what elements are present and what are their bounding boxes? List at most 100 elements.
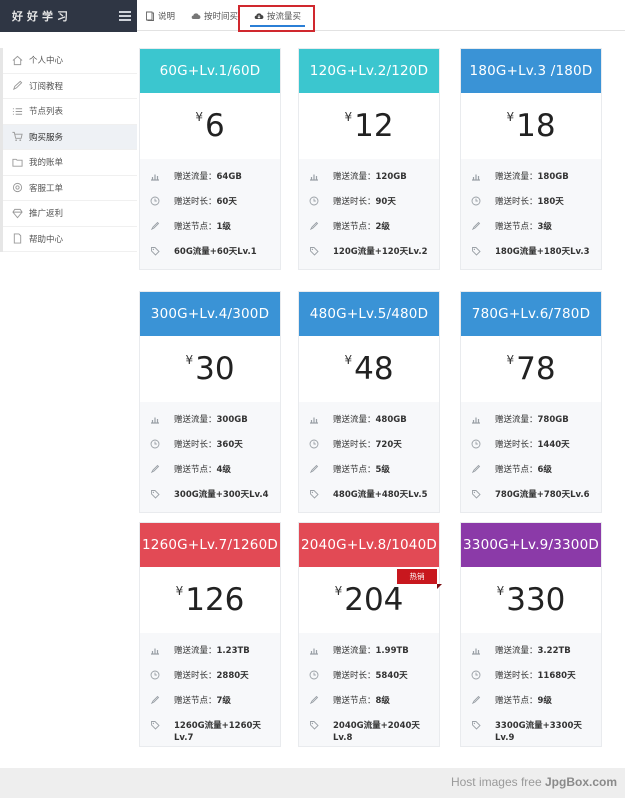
feature-value: 2880天	[216, 671, 249, 681]
sidebar-item-bills[interactable]: 我的账单	[3, 150, 137, 176]
tag-icon	[309, 720, 319, 730]
plan-name-header: 780G+Lv.6/780D	[461, 292, 601, 343]
tag-icon	[150, 489, 160, 499]
feature-value: 1440天	[537, 440, 570, 450]
plan-features: 赠送流量：480GB 赠送时长：720天 赠送节点：5级 480G流量+480天Lv.…	[299, 402, 439, 514]
plan-card[interactable]: 180G+Lv.3 /180D ¥18 赠送流量：180GB 赠送时长：180天 赠送节…	[460, 48, 602, 270]
plan-name: 1260G+Lv.7/1260D	[142, 537, 278, 553]
sidebar-nav: 个人中心 订阅教程 节点列表 购买服务 我的账单 客服工单 推广返利 帮助中心	[0, 48, 137, 252]
plan-name-header: 3300G+Lv.9/3300D	[461, 523, 601, 574]
feature-value: 180天	[537, 197, 564, 207]
currency-symbol: ¥	[334, 584, 343, 598]
plan-card[interactable]: 300G+Lv.4/300D ¥30 赠送流量：300GB 赠送时长：360天 赠送节点…	[139, 291, 281, 513]
plan-card[interactable]: 3300G+Lv.9/3300D ¥330 赠送流量：3.22TB 赠送时长：1168…	[460, 522, 602, 747]
sidebar-item-profile[interactable]: 个人中心	[3, 48, 137, 74]
feature-tag-text: 60G流量+60天Lv.1	[174, 247, 257, 257]
plan-price: 6	[204, 108, 225, 144]
plan-name-header: 480G+Lv.5/480D	[299, 292, 439, 343]
feature-label: 赠送流量：	[333, 646, 376, 656]
plan-card[interactable]: 1260G+Lv.7/1260D ¥126 赠送流量：1.23TB 赠送时长：2880…	[139, 522, 281, 747]
sidebar-item-label: 客服工单	[29, 183, 64, 194]
plan-name-header: 60G+Lv.1/60D	[140, 49, 280, 100]
clock-icon	[471, 439, 481, 449]
plan-name-header: 1260G+Lv.7/1260D	[140, 523, 280, 574]
feature-label: 赠送节点：	[174, 696, 217, 706]
feature-label: 赠送流量：	[495, 646, 538, 656]
currency-symbol: ¥	[344, 110, 353, 124]
sidebar-item-label: 推广返利	[29, 209, 64, 220]
feature-nodes: 赠送节点：4级	[140, 458, 280, 483]
tag-icon	[471, 720, 481, 730]
footer: Host images free JpgBox.com	[0, 768, 625, 798]
price-area: ¥330	[461, 567, 601, 633]
feature-value: 360天	[216, 440, 243, 450]
feature-value: 3级	[537, 222, 552, 232]
list-icon	[12, 106, 23, 117]
feature-label: 赠送流量：	[174, 646, 217, 656]
plan-features: 赠送流量：3.22TB 赠送时长：11680天 赠送节点：9级 3300G流量+330…	[461, 633, 601, 750]
feature-nodes: 赠送节点：2级	[299, 215, 439, 240]
plan-name: 780G+Lv.6/780D	[471, 306, 591, 322]
sidebar-item-nodes[interactable]: 节点列表	[3, 99, 137, 125]
plan-features: 赠送流量：300GB 赠送时长：360天 赠送节点：4级 300G流量+300天Lv.…	[140, 402, 280, 514]
feature-tag-text: 120G流量+120天Lv.2	[333, 247, 428, 257]
plan-features: 赠送流量：1.99TB 赠送时长：5840天 赠送节点：8级 2040G流量+2040…	[299, 633, 439, 750]
feature-nodes: 赠送节点：7级	[140, 689, 280, 714]
feature-traffic: 赠送流量：480GB	[299, 408, 439, 433]
cart-icon	[12, 131, 23, 142]
feature-traffic: 赠送流量：3.22TB	[461, 639, 601, 664]
feature-nodes: 赠送节点：8级	[299, 689, 439, 714]
sidebar-item-referral[interactable]: 推广返利	[3, 201, 137, 227]
book-icon	[146, 11, 154, 21]
plan-features: 赠送流量：120GB 赠送时长：90天 赠送节点：2级 120G流量+120天Lv.2	[299, 159, 439, 271]
menu-toggle-icon[interactable]	[119, 11, 131, 21]
plan-card[interactable]: 480G+Lv.5/480D ¥48 赠送流量：480GB 赠送时长：720天 赠送节点…	[298, 291, 440, 513]
feature-label: 赠送时长：	[495, 197, 538, 207]
sidebar-item-help[interactable]: 帮助中心	[3, 227, 137, 252]
tag-icon	[309, 489, 319, 499]
price-area: ¥78	[461, 336, 601, 402]
clock-icon	[309, 439, 319, 449]
folder-icon	[12, 157, 23, 168]
feature-tag: 180G流量+180天Lv.3	[461, 240, 601, 265]
sidebar-item-label: 我的账单	[29, 158, 64, 169]
feature-value: 1.23TB	[216, 646, 250, 656]
tab-bar: 说明 按时间买 按流量买	[137, 0, 625, 31]
plan-name-header: 2040G+Lv.8/1040D	[299, 523, 439, 574]
sidebar-item-tickets[interactable]: 客服工单	[3, 176, 137, 201]
tab-buy-by-time[interactable]: 按时间买	[191, 8, 238, 24]
feature-tag-text: 3300G流量+3300天Lv.9	[495, 721, 582, 743]
price-area: ¥126	[140, 567, 280, 633]
tag-icon	[309, 246, 319, 256]
plan-card[interactable]: 780G+Lv.6/780D ¥78 赠送流量：780GB 赠送时长：1440天 赠送节…	[460, 291, 602, 513]
feature-label: 赠送时长：	[333, 671, 376, 681]
bar-chart-icon	[471, 414, 481, 424]
plan-card[interactable]: 120G+Lv.2/120D ¥12 赠送流量：120GB 赠送时长：90天 赠送节点：…	[298, 48, 440, 270]
sidebar-item-purchase[interactable]: 购买服务	[3, 124, 137, 150]
plan-price: 12	[354, 108, 394, 144]
clock-icon	[150, 196, 160, 206]
feature-value: 720天	[375, 440, 402, 450]
plan-card[interactable]: 2040G+Lv.8/1040D ¥204 赠送流量：1.99TB 赠送时长：5840…	[298, 522, 442, 750]
tab-description[interactable]: 说明	[145, 8, 175, 24]
feature-value: 8级	[375, 696, 390, 706]
tag-icon	[150, 720, 160, 730]
clock-icon	[309, 670, 319, 680]
feature-value: 780GB	[537, 415, 569, 425]
feature-label: 赠送流量：	[495, 172, 538, 182]
rocket-icon	[150, 221, 160, 231]
plan-card[interactable]: 60G+Lv.1/60D ¥6 赠送流量：64GB 赠送时长：60天 赠送节点：1级 60…	[139, 48, 281, 270]
feature-traffic: 赠送流量：780GB	[461, 408, 601, 433]
price-area: ¥12	[299, 93, 439, 159]
pencil-icon	[12, 80, 23, 91]
sidebar-item-tutorial[interactable]: 订阅教程	[3, 74, 137, 99]
rocket-icon	[471, 464, 481, 474]
feature-tag: 2040G流量+2040天Lv.8	[299, 714, 439, 744]
ticket-icon	[12, 182, 23, 193]
plan-features: 赠送流量：1.23TB 赠送时长：2880天 赠送节点：7级 1260G流量+1260…	[140, 633, 280, 750]
feature-value: 5级	[375, 465, 390, 475]
plan-price: 30	[195, 351, 235, 387]
feature-label: 赠送流量：	[333, 172, 376, 182]
plan-name: 180G+Lv.3 /180D	[469, 63, 593, 79]
rocket-icon	[309, 695, 319, 705]
